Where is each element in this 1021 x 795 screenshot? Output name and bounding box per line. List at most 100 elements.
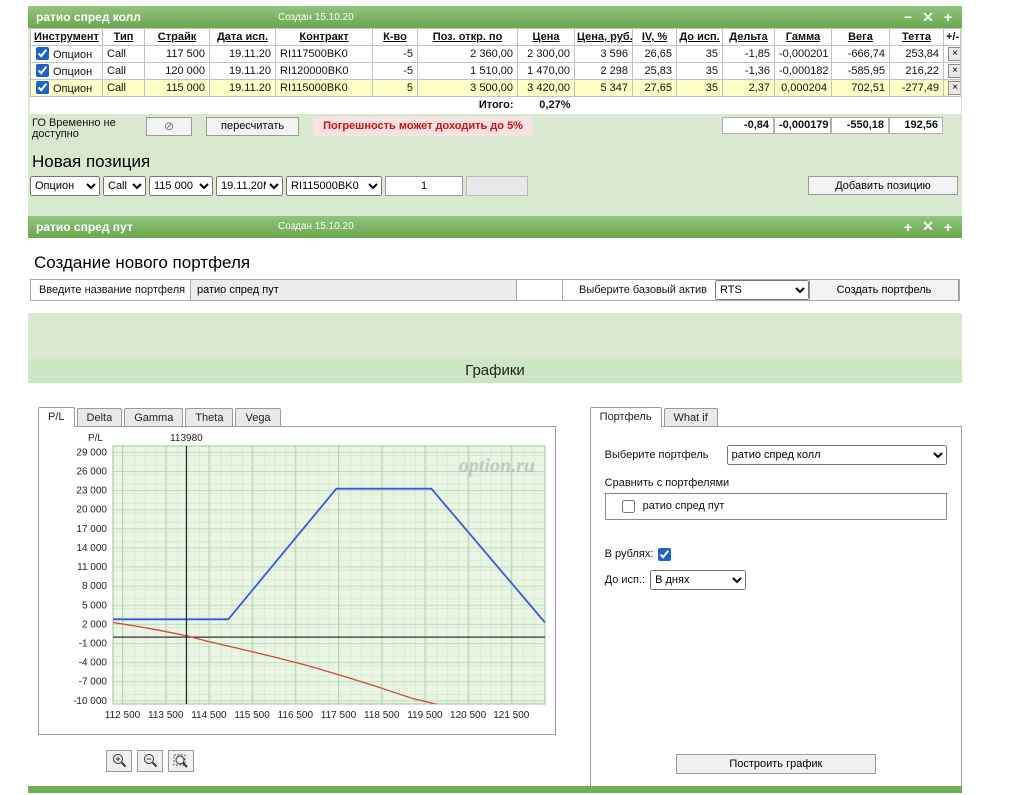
table-header-row: Инструмент Тип Страйк Дата исп. Контракт… xyxy=(30,28,961,46)
instrument-select[interactable]: Опцион xyxy=(30,175,100,196)
delete-row-button[interactable]: × xyxy=(948,64,960,78)
col-vega[interactable]: Вега xyxy=(831,28,890,46)
cell-price-rub: 2 298 xyxy=(574,62,633,80)
panel-put-title: ратио спред пут xyxy=(36,219,133,234)
zoom-region-button[interactable] xyxy=(168,749,194,772)
col-price[interactable]: Цена xyxy=(517,28,575,46)
cell-iv: 26,65 xyxy=(632,45,677,63)
tab-vega[interactable]: Vega xyxy=(235,407,281,426)
panel-call-created: Создан 15.10.20 xyxy=(278,11,354,23)
col-iv[interactable]: IV, % xyxy=(632,28,677,46)
svg-text:26 000: 26 000 xyxy=(76,466,107,477)
recalculate-button[interactable]: пересчитать xyxy=(206,116,300,136)
svg-text:113 500: 113 500 xyxy=(148,710,184,721)
tab-pl[interactable]: P/L xyxy=(38,406,75,427)
compare-label: Сравнить с портфелями xyxy=(604,476,730,489)
delete-row-button[interactable]: × xyxy=(948,47,960,61)
add-position-button[interactable]: Добавить позицию xyxy=(808,176,958,195)
col-theta[interactable]: Тетта xyxy=(889,28,944,46)
tab-delta[interactable]: Delta xyxy=(76,407,123,426)
cell-open-at: 1 510,00 xyxy=(417,62,518,80)
go-refresh-button[interactable]: ⊘ xyxy=(146,116,192,136)
col-open-at[interactable]: Поз. откр. по xyxy=(417,28,518,46)
cell-theta: -277,49 xyxy=(889,79,944,97)
new-position-title: Новая позиция xyxy=(32,151,151,171)
cell-delta: 2,37 xyxy=(722,79,775,97)
days-select[interactable]: В днях xyxy=(650,569,747,590)
col-strike[interactable]: Страйк xyxy=(144,28,210,46)
build-chart-button[interactable]: Построить график xyxy=(675,753,876,774)
cell-qty: -5 xyxy=(372,45,418,63)
svg-text:120 500: 120 500 xyxy=(450,710,487,721)
portfolio-select[interactable]: ратио спред колл xyxy=(726,444,947,465)
col-delta[interactable]: Дельта xyxy=(722,28,775,46)
cell-contract: RI117500BK0 xyxy=(275,45,373,63)
col-price-rub[interactable]: Цена, руб. xyxy=(574,28,633,46)
option-type-select[interactable]: Call xyxy=(103,175,146,196)
zoom-in-button[interactable] xyxy=(106,749,132,772)
total-percent: 0,27% xyxy=(517,96,575,114)
expand-panel-button[interactable]: + xyxy=(898,218,918,235)
cell-theta: 253,84 xyxy=(889,45,944,63)
col-type[interactable]: Тип xyxy=(102,28,145,46)
tab-gamma[interactable]: Gamma xyxy=(124,407,184,426)
cell-qty: -5 xyxy=(372,62,418,80)
portfolio-name-input[interactable] xyxy=(191,279,517,300)
minimize-panel-button[interactable]: − xyxy=(898,9,918,26)
zoom-out-button[interactable] xyxy=(137,749,163,772)
svg-text:23 000: 23 000 xyxy=(76,485,107,496)
tab-what-if[interactable]: What if xyxy=(663,407,718,426)
svg-text:116 500: 116 500 xyxy=(278,710,314,721)
rubles-checkbox[interactable] xyxy=(658,547,672,561)
cell-iv: 25,83 xyxy=(632,62,677,80)
close-panel-button[interactable]: ✕ xyxy=(918,218,938,235)
zoom-out-icon xyxy=(143,754,157,768)
cell-delete: × xyxy=(943,79,961,97)
panel-call-title: ратио спред колл xyxy=(36,10,141,24)
cell-price-rub: 3 596 xyxy=(574,45,633,63)
cell-iv: 27,65 xyxy=(632,79,677,97)
svg-text:118 500: 118 500 xyxy=(364,710,400,721)
cell-qty: 5 xyxy=(372,79,418,97)
col-exp-date[interactable]: Дата исп. xyxy=(209,28,276,46)
panel-ratio-spread-put: ратио спред пут Создан 15.10.20 + ✕ + xyxy=(28,215,962,238)
cell-open-at: 3 500,00 xyxy=(417,79,518,97)
total-gamma: -0,000179 xyxy=(774,116,831,134)
quantity-input[interactable] xyxy=(385,175,463,196)
row-checkbox[interactable] xyxy=(36,47,49,60)
col-qty[interactable]: К-во xyxy=(372,28,418,46)
cell-strike: 117 500 xyxy=(144,45,210,63)
col-contract[interactable]: Контракт xyxy=(275,28,373,46)
cell-exp-date: 19.11.20 xyxy=(209,62,276,80)
close-panel-button[interactable]: ✕ xyxy=(918,9,938,26)
tab-portfolio[interactable]: Портфель xyxy=(589,406,662,427)
tab-theta[interactable]: Theta xyxy=(185,407,234,426)
portfolio-panel-column: Портфель What if Выберите портфель ратио… xyxy=(589,406,962,791)
row-checkbox[interactable] xyxy=(36,81,49,94)
strike-select[interactable]: 115 000 xyxy=(149,175,213,196)
table-row: Опцион Call 120 000 19.11.20 RI120000BK0… xyxy=(30,62,961,80)
svg-text:115 500: 115 500 xyxy=(234,710,270,721)
col-instrument[interactable]: Инструмент xyxy=(30,28,103,46)
col-gamma[interactable]: Гамма xyxy=(774,28,832,46)
cell-exp-date: 19.11.20 xyxy=(209,45,276,63)
chart-column: P/L Delta Gamma Theta Vega 112 500 113 50… xyxy=(38,406,568,791)
svg-text:121 500: 121 500 xyxy=(493,710,530,721)
cell-type: Call xyxy=(102,79,145,97)
create-portfolio-button[interactable]: Создать портфель xyxy=(809,279,959,300)
row-checkbox[interactable] xyxy=(36,64,49,77)
compare-checkbox[interactable] xyxy=(621,499,635,513)
add-panel-button[interactable]: + xyxy=(938,218,958,235)
svg-text:112 500: 112 500 xyxy=(105,710,141,721)
new-portfolio-title: Создание нового портфеля xyxy=(34,252,251,272)
add-panel-button[interactable]: + xyxy=(938,9,958,26)
col-days[interactable]: До исп. xyxy=(676,28,723,46)
svg-text:117 500: 117 500 xyxy=(321,710,357,721)
delete-row-button[interactable]: × xyxy=(948,81,960,95)
base-asset-select[interactable]: RTS xyxy=(715,279,809,300)
cell-vega: -585,95 xyxy=(831,62,890,80)
cell-type: Call xyxy=(102,62,145,80)
contract-select[interactable]: RI115000BK0 xyxy=(286,175,382,196)
exp-date-select[interactable]: 19.11.20M xyxy=(216,175,283,196)
cell-instrument: Опцион xyxy=(30,79,103,97)
